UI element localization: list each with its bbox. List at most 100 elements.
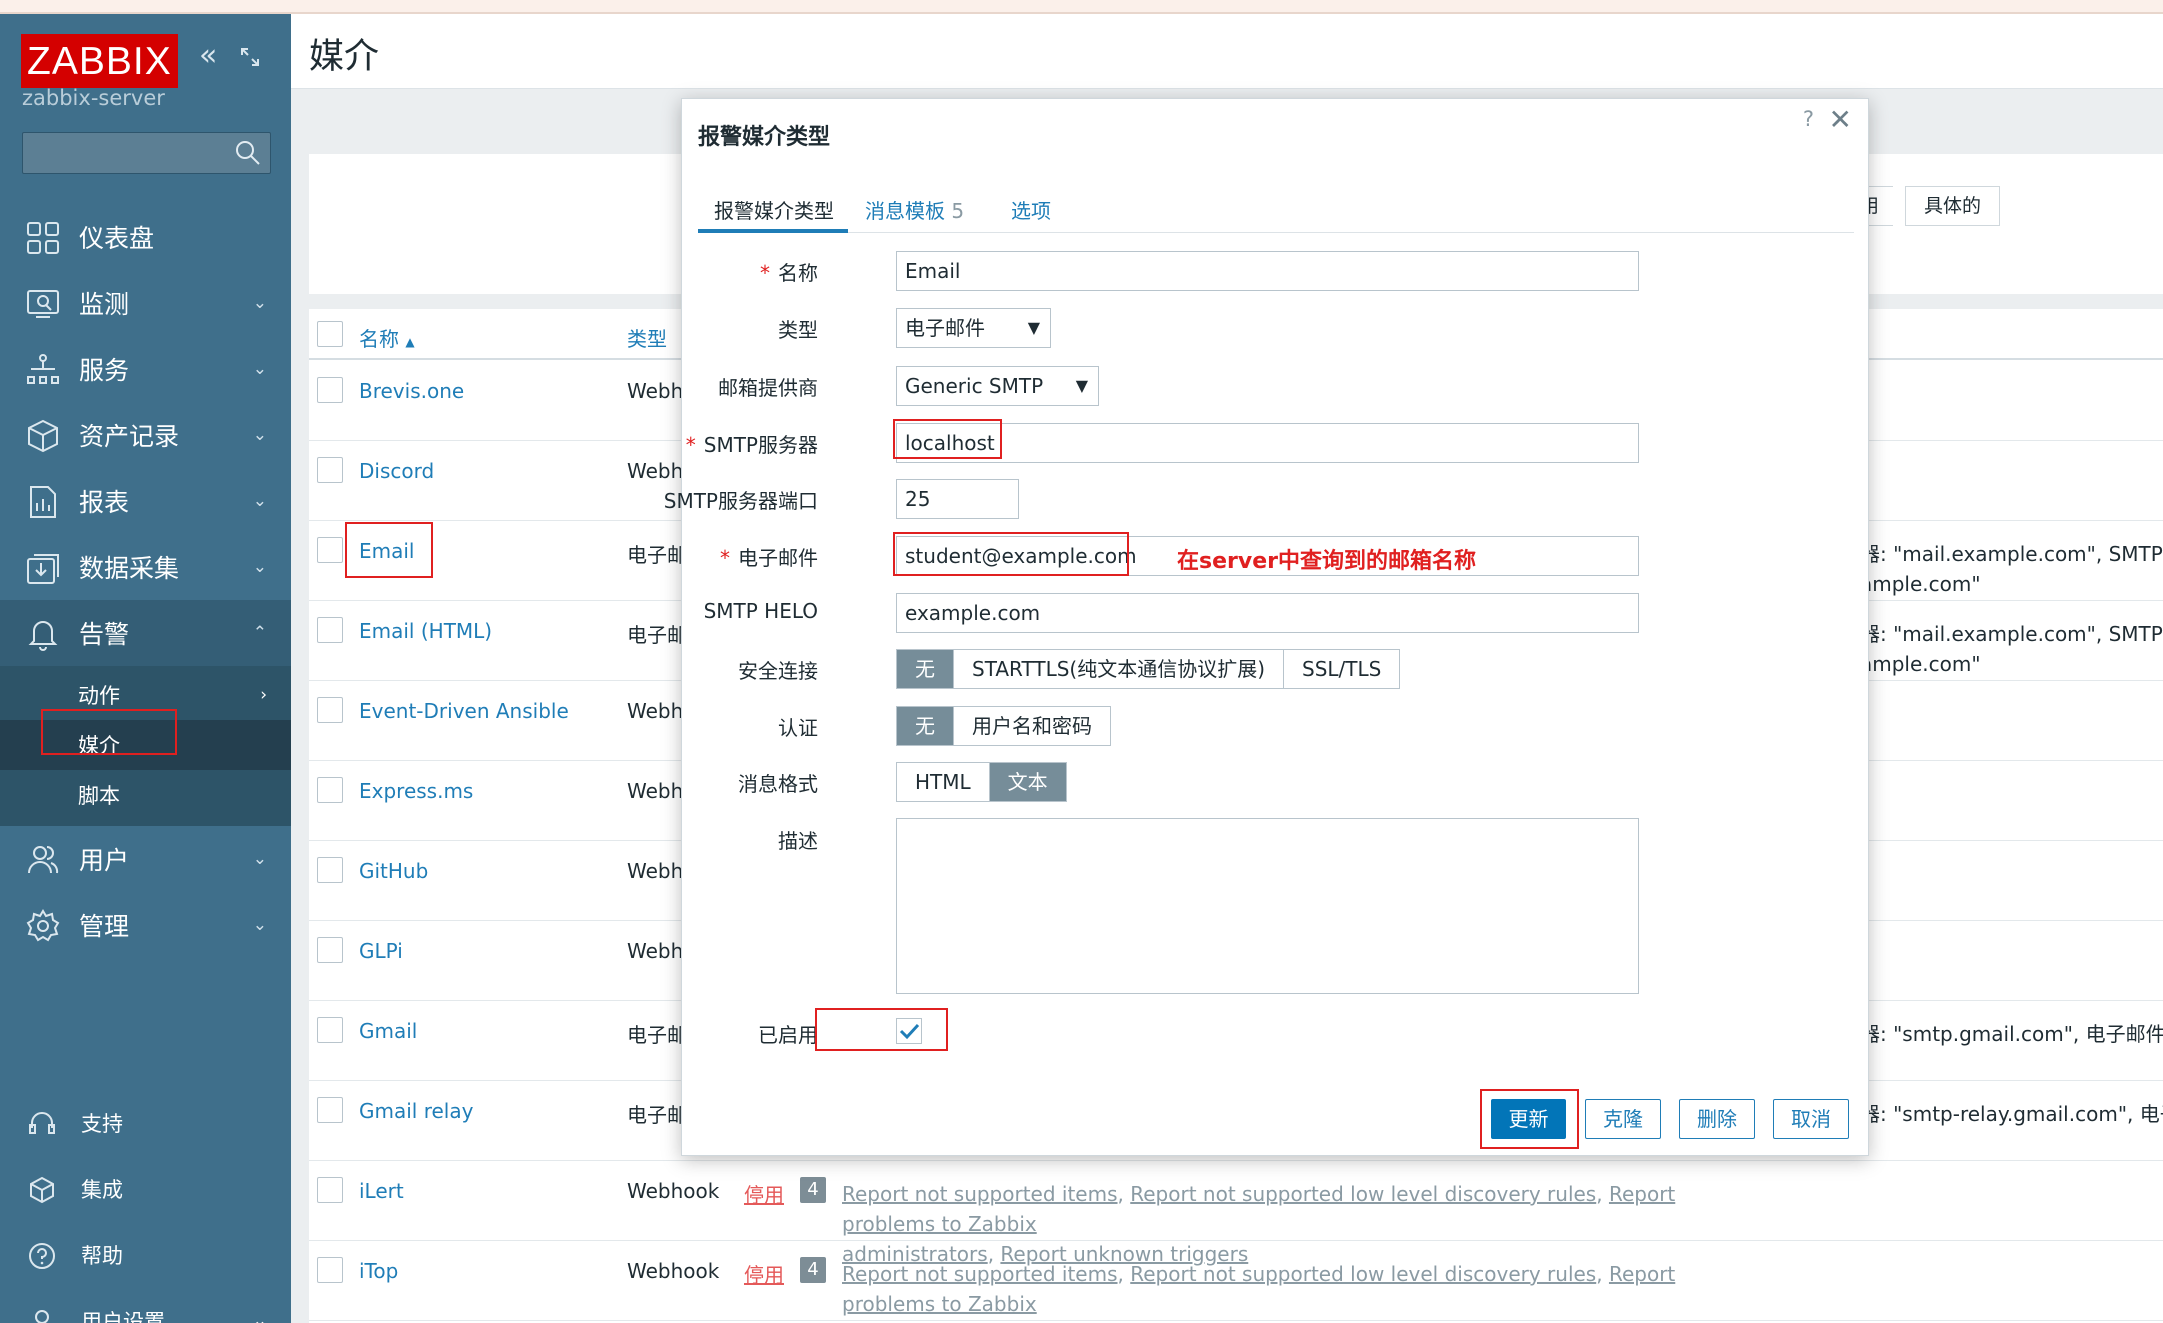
row-name-link[interactable]: Gmail relay [359,1099,473,1123]
smtp-port-input[interactable]: 25 [896,479,1019,519]
select-all-checkbox[interactable] [317,321,343,347]
enabled-label: 已启用 [758,1023,818,1047]
search-icon[interactable] [234,139,262,171]
zabbix-logo[interactable]: ZABBIX [21,34,178,88]
row-checkbox[interactable] [317,937,343,963]
dialog-title: 报警媒介类型 [698,125,831,150]
nav-reports[interactable]: 报表 ⌄ [0,468,291,534]
row-checkbox[interactable] [317,537,343,563]
column-name-header[interactable]: 名称 ▲ [359,323,415,352]
row-checkbox[interactable] [317,457,343,483]
row-checkbox[interactable] [317,857,343,883]
row-name-link[interactable]: Express.ms [359,779,473,803]
row-details: 器: "mail.example.com", SMTP HEample.com" [1860,622,2163,676]
row-checkbox[interactable] [317,777,343,803]
clone-button[interactable]: 克隆 [1585,1099,1661,1139]
alerts-icon [28,621,58,651]
format-html-option[interactable]: HTML [897,763,990,801]
security-label: 安全连接 [738,659,818,683]
nav-data-collection[interactable]: 数据采集 ⌄ [0,534,291,600]
security-none-option[interactable]: 无 [897,650,954,688]
sidebar-search-input[interactable] [22,132,271,174]
highlight-email-row [345,522,433,578]
name-input[interactable]: Email [896,251,1639,291]
row-status-link[interactable]: 停用 [744,1179,784,1208]
tab-media-type[interactable]: 报警媒介类型 [714,195,834,224]
nav-administration[interactable]: 管理 ⌄ [0,892,291,958]
row-checkbox[interactable] [317,1257,343,1283]
security-starttls-option[interactable]: STARTTLS(纯文本通信协议扩展) [954,650,1285,688]
nav-label: 动作 [78,684,120,708]
row-name-link[interactable]: GLPi [359,939,403,963]
nav-integrations[interactable]: 集成 [0,1156,291,1222]
row-name-link[interactable]: iTop [359,1259,398,1283]
type-select[interactable]: 电子邮件 ▼ [896,308,1051,348]
table-row: iLert Webhook 停用 4 Report not supported item… [309,1161,2163,1266]
row-name-link[interactable]: Discord [359,459,434,483]
format-text-option[interactable]: 文本 [989,763,1066,801]
row-checkbox[interactable] [317,377,343,403]
nav-help[interactable]: 帮助 [0,1222,291,1288]
row-checkbox[interactable] [317,1097,343,1123]
row-checkbox[interactable] [317,617,343,643]
filter-tab-specific[interactable]: 具体的 [1905,186,2001,226]
smtp-server-input[interactable]: localhost [896,423,1639,463]
chevron-up-icon: ⌃ [252,623,267,643]
action-link[interactable]: Report not supported low level discovery… [1130,1262,1596,1286]
chevron-down-icon: ⌄ [252,359,267,379]
nav-inventory[interactable]: 资产记录 ⌄ [0,402,291,468]
nav-alerts[interactable]: 告警 ⌃ [0,600,291,666]
user-settings-icon [35,1310,49,1323]
smtp-helo-input[interactable]: example.com [896,593,1639,633]
delete-button[interactable]: 删除 [1679,1099,1755,1139]
row-type: Webhook [627,1179,720,1203]
row-checkbox[interactable] [317,1177,343,1203]
row-name-link[interactable]: iLert [359,1179,404,1203]
highlight-enabled [815,1008,948,1051]
nav-dashboard[interactable]: 仪表盘 [0,204,291,270]
auth-none-option[interactable]: 无 [897,707,954,745]
description-textarea[interactable] [896,818,1639,994]
chevron-down-icon: ⌄ [252,293,267,313]
tab-message-templates[interactable]: 消息模板 5 [865,195,964,224]
action-link[interactable]: Report not supported items [842,1182,1118,1206]
row-checkbox[interactable] [317,1017,343,1043]
row-name-link[interactable]: GitHub [359,859,428,883]
nav-users[interactable]: 用户 ⌄ [0,826,291,892]
help-icon[interactable]: ? [1803,107,1814,131]
nav-services[interactable]: 服务 ⌄ [0,336,291,402]
column-type-header[interactable]: 类型 [627,323,667,352]
row-type: 电子邮 [627,1103,687,1127]
cancel-button[interactable]: 取消 [1773,1099,1849,1139]
nav-support[interactable]: 支持 [0,1090,291,1156]
row-name-link[interactable]: Email (HTML) [359,619,492,643]
tab-options[interactable]: 选项 [1011,195,1051,224]
provider-select[interactable]: Generic SMTP ▼ [896,366,1099,406]
nav-monitoring[interactable]: 监测 ⌄ [0,270,291,336]
format-toggle: HTML 文本 [896,762,1067,802]
users-icon [28,846,59,874]
nav-label: 用户 [79,846,130,875]
action-link[interactable]: Report not supported items [842,1262,1118,1286]
security-ssl-option[interactable]: SSL/TLS [1284,650,1400,688]
row-checkbox[interactable] [317,697,343,723]
nav-user-settings[interactable]: 用户设置 ⌄ [0,1288,291,1323]
nav-label: 数据采集 [79,554,180,583]
row-name-link[interactable]: Event-Driven Ansible [359,699,569,723]
nav-scripts[interactable]: 脚本 [0,770,291,820]
description-label: 描述 [778,829,818,853]
row-name-link[interactable]: Brevis.one [359,379,464,403]
row-details: 器: "smtp.gmail.com", 电子邮件: "za [1860,1022,2163,1046]
smtp-server-label: * SMTP服务器 [685,433,818,457]
action-link[interactable]: Report not supported low level discovery… [1130,1182,1596,1206]
highlight-media-nav [41,709,177,755]
close-icon[interactable]: ✕ [1829,103,1852,136]
chevron-down-icon: ⌄ [252,1311,267,1323]
collapse-sidebar-icon[interactable]: « [199,38,217,73]
auth-password-option[interactable]: 用户名和密码 [954,707,1110,745]
row-name-link[interactable]: Gmail [359,1019,417,1043]
highlight-smtp-server [893,419,1002,459]
kiosk-mode-icon[interactable] [238,42,262,77]
active-tab-indicator [698,229,848,233]
row-status-link[interactable]: 停用 [744,1259,784,1288]
